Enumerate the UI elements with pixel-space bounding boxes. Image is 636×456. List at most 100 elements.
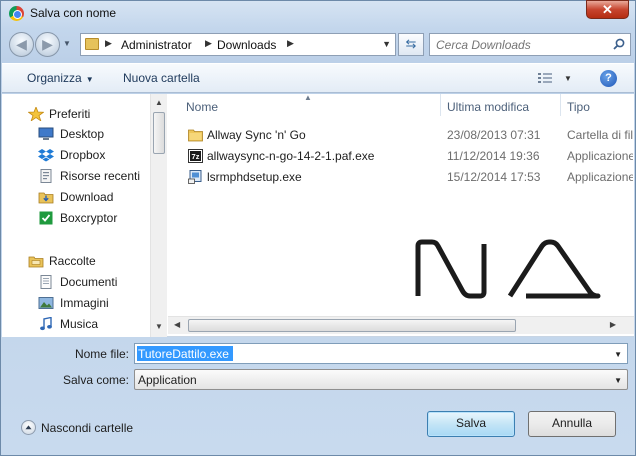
address-bar[interactable]: ▶ Administrator ▶ Downloads ▶ ▼: [80, 33, 396, 56]
scroll-up-icon[interactable]: ▲: [155, 98, 163, 107]
libraries-icon: [28, 256, 44, 268]
change-view-icon[interactable]: [538, 72, 552, 84]
music-icon: [40, 317, 52, 331]
save-type-label: Salva come:: [62, 373, 129, 387]
setup-exe-icon: [188, 170, 202, 184]
file-modified: 15/12/2014 17:53: [447, 170, 541, 184]
star-icon: [28, 107, 44, 121]
filename-label: Nome file:: [74, 347, 129, 361]
documents-icon: [40, 275, 52, 289]
hide-folders-label: Nascondi cartelle: [41, 421, 134, 435]
new-folder-button[interactable]: Nuova cartella: [123, 71, 200, 85]
sidebar-item-label: Risorse recenti: [60, 169, 141, 183]
dropbox-icon: [38, 149, 54, 162]
sidebar-item-label: Immagini: [60, 296, 109, 310]
help-icon[interactable]: ?: [600, 70, 617, 87]
file-row[interactable]: 7z allwaysync-n-go-14-2-1.paf.exe 11/12/…: [168, 146, 634, 166]
navigation-pane-scrollbar[interactable]: ▲ ▼: [150, 94, 167, 337]
file-name: Allway Sync 'n' Go: [207, 128, 306, 142]
download-folder-icon: [38, 192, 54, 204]
sidebar-item-desktop[interactable]: Desktop: [2, 124, 150, 144]
window-title: Salva con nome: [30, 6, 117, 20]
file-row[interactable]: Allway Sync 'n' Go 23/08/2013 07:31 Cart…: [168, 125, 634, 145]
filename-field[interactable]: ▼: [134, 343, 628, 364]
boxcryptor-icon: [39, 211, 53, 225]
column-divider[interactable]: [560, 94, 561, 116]
column-divider[interactable]: [440, 94, 441, 116]
scroll-down-icon[interactable]: ▼: [155, 322, 163, 331]
breadcrumb-separator-icon[interactable]: ▶: [287, 38, 294, 49]
file-row[interactable]: lsrmphdsetup.exe 15/12/2014 17:53 Applic…: [168, 167, 634, 187]
chevron-down-icon: ▼: [85, 75, 94, 84]
sidebar-item-pictures[interactable]: Immagini: [2, 293, 150, 313]
breadcrumb-separator-icon[interactable]: ▶: [205, 38, 212, 49]
save-type-value: Application: [138, 373, 197, 387]
organize-menu[interactable]: Organizza ▼: [27, 71, 94, 85]
sidebar-item-label: Download: [60, 190, 114, 204]
sidebar-item-favorites[interactable]: Preferiti: [2, 104, 150, 124]
browser-pane: Preferiti Desktop Dropbox Risorse recent…: [2, 93, 634, 337]
file-name: allwaysync-n-go-14-2-1.paf.exe: [207, 149, 375, 163]
7z-exe-icon: 7z: [188, 149, 203, 163]
folder-icon: [188, 129, 203, 142]
save-type-select[interactable]: Application ▼: [134, 369, 628, 390]
file-type: Applicazione: [567, 170, 633, 184]
organize-label: Organizza: [27, 71, 82, 85]
column-header-name[interactable]: Nome: [186, 94, 218, 118]
column-header-type[interactable]: Tipo: [567, 94, 590, 118]
file-type: Applicazione: [567, 149, 633, 163]
back-arrow-icon[interactable]: ◀: [9, 32, 34, 57]
navigation-bar: ◀ ▶ ▼ ▶ Administrator ▶ Downloads ▶ ▼ ⇆: [7, 30, 631, 60]
breadcrumb-downloads[interactable]: Downloads: [217, 38, 276, 52]
file-list: ▲ Nome Ultima modifica Tipo Allway Sync …: [168, 93, 634, 337]
sidebar-item-dropbox[interactable]: Dropbox: [2, 145, 150, 165]
sidebar-item-label: Musica: [60, 317, 99, 331]
command-toolbar: Organizza ▼ Nuova cartella ▼ ?: [2, 63, 634, 93]
sidebar-item-music[interactable]: Musica: [2, 314, 150, 334]
sort-ascending-icon: ▲: [304, 93, 312, 102]
sidebar-item-label: Desktop: [60, 127, 105, 141]
view-options-chevron-icon[interactable]: ▼: [564, 74, 572, 83]
sidebar-item-download[interactable]: Download: [2, 187, 150, 207]
chrome-app-icon: [9, 6, 24, 21]
address-dropdown-icon[interactable]: ▼: [382, 39, 391, 49]
sidebar-item-label: Documenti: [60, 275, 118, 289]
sidebar-item-label: Raccolte: [49, 254, 96, 268]
refresh-button[interactable]: ⇆: [398, 33, 424, 56]
breadcrumb-separator-icon[interactable]: ▶: [105, 38, 112, 49]
scroll-left-icon[interactable]: ◀: [174, 320, 180, 329]
save-as-dialog: Salva con nome ✕ ◀ ▶ ▼ ▶ Administrator ▶…: [0, 0, 636, 456]
sidebar-item-documents[interactable]: Documenti: [2, 272, 150, 292]
desktop-icon: [38, 127, 54, 140]
column-header-modified[interactable]: Ultima modifica: [447, 94, 529, 118]
sidebar-item-label: Boxcryptor: [60, 211, 118, 225]
close-button[interactable]: ✕: [586, 0, 629, 19]
navigation-pane: Preferiti Desktop Dropbox Risorse recent…: [2, 94, 167, 337]
pictures-icon: [38, 297, 54, 309]
breadcrumb-administrator[interactable]: Administrator: [121, 38, 192, 52]
sidebar-item-boxcryptor[interactable]: Boxcryptor: [2, 208, 150, 228]
sidebar-item-libraries[interactable]: Raccolte: [2, 251, 150, 271]
forward-arrow-icon[interactable]: ▶: [35, 32, 60, 57]
scrollbar-thumb[interactable]: [153, 112, 165, 154]
filename-input[interactable]: [137, 346, 233, 361]
scrollbar-thumb[interactable]: [188, 319, 516, 332]
file-modified: 23/08/2013 07:31: [447, 128, 541, 142]
search-box[interactable]: [429, 33, 631, 56]
file-type: Cartella di file: [567, 128, 633, 142]
scroll-right-icon[interactable]: ▶: [610, 320, 616, 329]
collapse-chevron-icon: [21, 420, 36, 435]
svg-text:7z: 7z: [192, 152, 200, 161]
cancel-button[interactable]: Annulla: [528, 411, 616, 437]
search-input[interactable]: [436, 37, 606, 52]
chevron-down-icon[interactable]: ▼: [614, 350, 622, 359]
recent-places-icon: [40, 169, 52, 183]
file-list-horizontal-scrollbar[interactable]: ◀ ▶: [168, 316, 634, 334]
chevron-down-icon[interactable]: ▼: [614, 376, 622, 385]
sidebar-item-recent-places[interactable]: Risorse recenti: [2, 166, 150, 186]
save-button[interactable]: Salva: [427, 411, 515, 437]
recent-pages-chevron-icon[interactable]: ▼: [63, 39, 71, 48]
sidebar-item-label: Dropbox: [60, 148, 106, 162]
search-icon[interactable]: [613, 38, 625, 50]
file-modified: 11/12/2014 19:36: [447, 149, 540, 163]
